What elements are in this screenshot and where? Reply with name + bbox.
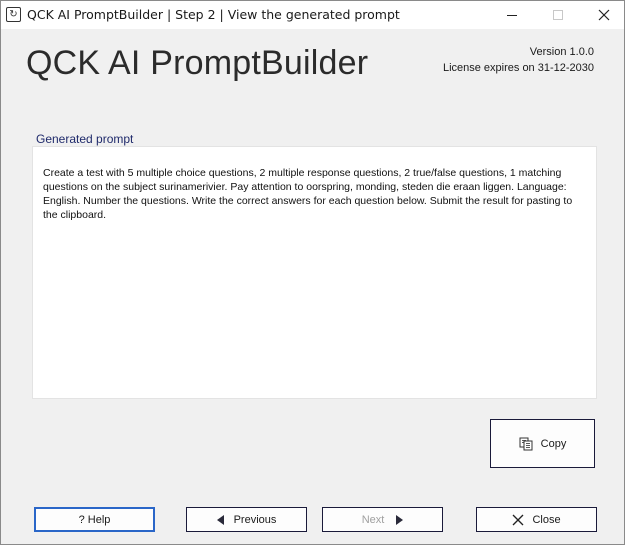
window-title: QCK AI PromptBuilder | Step 2 | View the…	[27, 7, 400, 22]
triangle-right-icon	[396, 514, 404, 525]
close-label: Close	[532, 513, 561, 526]
maximize-button[interactable]	[535, 1, 581, 29]
generated-prompt-label: Generated prompt	[36, 132, 134, 146]
next-button[interactable]: Next	[322, 507, 443, 532]
app-window: ↻ QCK AI PromptBuilder | Step 2 | View t…	[0, 0, 625, 545]
previous-label: Previous	[233, 513, 277, 526]
minimize-icon	[507, 14, 517, 16]
copy-label: Copy	[540, 437, 567, 450]
version-info: Version 1.0.0 License expires on 31-12-2…	[443, 44, 594, 76]
previous-button[interactable]: Previous	[186, 507, 307, 532]
help-label: ? Help	[78, 513, 111, 526]
app-title: QCK AI PromptBuilder	[26, 44, 369, 82]
license-label: License expires on 31-12-2030	[442, 62, 594, 74]
help-button[interactable]: ? Help	[34, 507, 155, 532]
generated-prompt-textbox[interactable]: Create a test with 5 multiple choice que…	[32, 146, 597, 399]
close-button[interactable]: Close	[476, 507, 597, 532]
title-bar[interactable]: ↻ QCK AI PromptBuilder | Step 2 | View t…	[1, 1, 624, 29]
app-icon: ↻	[6, 7, 21, 22]
maximize-icon	[553, 10, 563, 20]
copy-button[interactable]: Copy	[490, 419, 595, 468]
next-label: Next	[361, 513, 385, 526]
copy-icon	[519, 437, 533, 450]
triangle-left-icon	[216, 514, 224, 525]
window-close-button[interactable]	[581, 1, 625, 29]
close-icon	[598, 9, 610, 21]
minimize-button[interactable]	[489, 1, 535, 29]
version-label: Version 1.0.0	[529, 46, 594, 58]
close-x-icon	[512, 514, 524, 525]
